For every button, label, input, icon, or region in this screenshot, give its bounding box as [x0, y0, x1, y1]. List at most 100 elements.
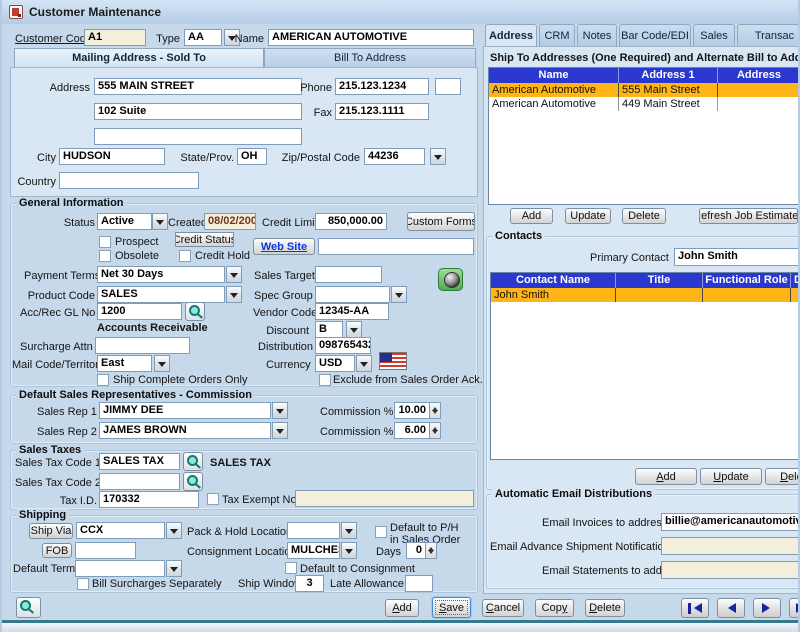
commission2-spinner[interactable] — [430, 422, 441, 439]
currency-dropdown-icon[interactable] — [356, 355, 372, 372]
credit-status-button[interactable]: Credit Status — [175, 232, 234, 247]
email-invoices-field[interactable]: billie@americanautomotive.c — [661, 513, 800, 531]
tax-id-field[interactable]: 170332 — [99, 491, 199, 508]
contacts-add-button[interactable]: Add — [635, 468, 697, 485]
name-field[interactable]: AMERICAN AUTOMOTIVE — [268, 29, 474, 46]
contacts-delete-button[interactable]: Delete — [765, 468, 800, 485]
spec-group-field[interactable] — [315, 286, 390, 303]
address-line1-field[interactable]: 555 MAIN STREET — [94, 78, 302, 95]
tab-sales[interactable]: Sales — [693, 24, 735, 46]
tab-mailing-address[interactable]: Mailing Address - Sold To — [14, 48, 264, 68]
credit-hold-checkbox[interactable] — [179, 250, 191, 262]
customer-code-link[interactable]: Customer Code — [15, 33, 92, 45]
contact-row-selected[interactable]: John Smith — [491, 288, 800, 302]
pack-hold-field[interactable] — [287, 522, 340, 539]
tab-transactions[interactable]: Transac — [737, 24, 800, 46]
fob-button[interactable]: FOB — [42, 543, 72, 558]
discount-dropdown-icon[interactable] — [346, 321, 362, 338]
country-field[interactable] — [59, 172, 199, 189]
status-dropdown-icon[interactable] — [152, 213, 168, 230]
zip-field[interactable]: 44236 — [364, 148, 425, 165]
commission1-field[interactable]: 10.00 — [394, 402, 430, 419]
credit-limit-field[interactable]: 850,000.00 — [315, 213, 387, 230]
tab-address[interactable]: Address — [485, 24, 537, 47]
spec-group-dropdown-icon[interactable] — [391, 286, 407, 303]
title-bar[interactable]: Customer Maintenance — [2, 0, 800, 24]
ship-complete-checkbox[interactable] — [97, 374, 109, 386]
acc-rec-search-icon[interactable] — [185, 302, 205, 321]
acc-rec-gl-field[interactable]: 1200 — [97, 303, 182, 320]
consignment-field[interactable]: MULCHES — [287, 542, 340, 559]
pack-hold-dropdown-icon[interactable] — [341, 522, 357, 539]
sales-tax-code1-field[interactable]: SALES TAX — [99, 453, 180, 470]
obsolete-checkbox[interactable] — [99, 250, 111, 262]
default-ph-checkbox[interactable] — [375, 526, 387, 538]
copy-button[interactable]: Copy — [535, 599, 574, 617]
tab-bar-code-edi[interactable]: Bar Code/EDI — [619, 24, 691, 46]
ship-to-row-selected[interactable]: American Automotive 555 Main Street — [489, 83, 800, 97]
ship-window-field[interactable]: 3 — [295, 575, 324, 592]
days-spinner[interactable] — [426, 542, 437, 559]
ship-via-button[interactable]: Ship Via — [29, 523, 73, 539]
sales-rep2-field[interactable]: JAMES BROWN — [99, 422, 271, 439]
exclude-ack-checkbox[interactable] — [319, 374, 331, 386]
surcharge-attn-field[interactable] — [95, 337, 190, 354]
tab-notes[interactable]: Notes — [577, 24, 617, 46]
tab-crm[interactable]: CRM — [539, 24, 575, 46]
save-button[interactable]: Save — [432, 597, 471, 618]
mail-code-dropdown-icon[interactable] — [154, 355, 170, 372]
ship-via-dropdown-icon[interactable] — [166, 522, 182, 539]
vendor-code-field[interactable]: 12345-AA — [315, 303, 389, 320]
contacts-update-button[interactable]: Update — [700, 468, 762, 485]
distribution-field[interactable]: 098765432 — [315, 337, 371, 354]
zip-dropdown-icon[interactable] — [430, 148, 446, 165]
status-field[interactable]: Active — [97, 213, 152, 230]
ship-to-delete-button[interactable]: Delete — [622, 208, 666, 224]
type-field[interactable]: AA — [184, 29, 222, 46]
sales-tax-code1-search-icon[interactable] — [183, 452, 203, 471]
nav-next-button[interactable] — [753, 598, 781, 618]
custom-forms-button[interactable]: Custom Forms — [407, 212, 475, 231]
ship-via-field[interactable]: CCX — [76, 522, 165, 539]
product-code-field[interactable]: SALES — [97, 286, 225, 303]
tax-exempt-checkbox[interactable] — [207, 493, 219, 505]
prospect-checkbox[interactable] — [99, 236, 111, 248]
web-site-button[interactable]: Web Site — [253, 238, 315, 255]
sales-rep2-dropdown-icon[interactable] — [272, 422, 288, 439]
consignment-dropdown-icon[interactable] — [341, 542, 357, 559]
primary-contact-field[interactable]: John Smith — [674, 248, 800, 266]
tab-bill-to-address[interactable]: Bill To Address — [264, 48, 476, 68]
sales-target-field[interactable] — [315, 266, 382, 283]
late-allowance-field[interactable] — [405, 575, 433, 592]
sales-tax-code2-search-icon[interactable] — [183, 472, 203, 491]
globe-icon[interactable] — [438, 268, 463, 291]
nav-previous-button[interactable] — [717, 598, 745, 618]
bill-surcharges-checkbox[interactable] — [77, 578, 89, 590]
currency-field[interactable]: USD — [315, 355, 355, 372]
mail-code-field[interactable]: East — [97, 355, 152, 372]
phone-ext-field[interactable] — [435, 78, 461, 95]
customer-code-field[interactable]: A1 — [84, 29, 146, 46]
nav-last-button[interactable] — [789, 598, 800, 618]
product-code-dropdown-icon[interactable] — [226, 286, 242, 303]
address-line2-field[interactable]: 102 Suite — [94, 103, 302, 120]
add-button[interactable]: Add — [385, 599, 419, 617]
footer-search-button[interactable] — [16, 597, 41, 618]
commission2-field[interactable]: 6.00 — [394, 422, 430, 439]
discount-field[interactable]: B — [315, 321, 343, 338]
phone-field[interactable]: 215.123.1234 — [335, 78, 429, 95]
delete-button[interactable]: Delete — [585, 599, 625, 617]
ship-to-row[interactable]: American Automotive 449 Main Street — [489, 97, 800, 111]
fob-field[interactable] — [75, 542, 136, 559]
payment-terms-field[interactable]: Net 30 Days — [97, 266, 225, 283]
web-site-field[interactable] — [318, 238, 474, 255]
refresh-job-estimates-button[interactable]: Refresh Job Estimates — [699, 208, 798, 224]
cancel-button[interactable]: Cancel — [482, 599, 524, 617]
sales-rep1-dropdown-icon[interactable] — [272, 402, 288, 419]
commission1-spinner[interactable] — [430, 402, 441, 419]
sales-rep1-field[interactable]: JIMMY DEE — [99, 402, 271, 419]
nav-first-button[interactable] — [681, 598, 709, 618]
default-consignment-checkbox[interactable] — [285, 562, 297, 574]
address-line3-field[interactable] — [94, 128, 302, 145]
ship-to-update-button[interactable]: Update — [565, 208, 611, 224]
